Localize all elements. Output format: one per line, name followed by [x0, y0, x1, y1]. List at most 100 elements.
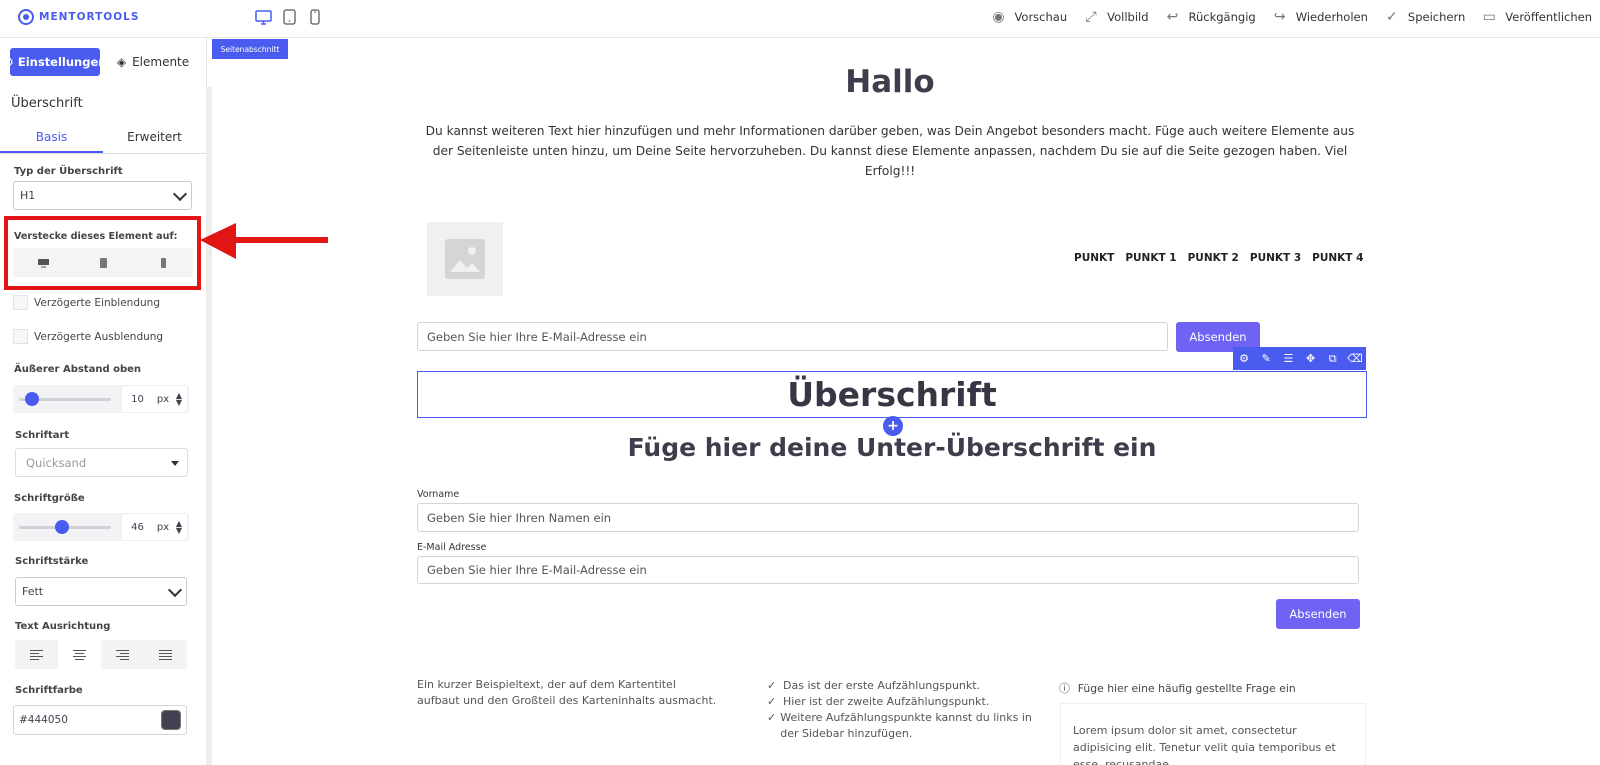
- color-swatch[interactable]: [161, 710, 181, 730]
- redo-button[interactable]: ↪ Wiederholen: [1272, 9, 1368, 25]
- check-icon: ✓: [767, 679, 777, 692]
- delayed-fade-in-row: Verzögerte Einblendung: [13, 295, 160, 310]
- check-icon: ✓: [767, 711, 777, 724]
- edit-icon[interactable]: ✎: [1258, 351, 1274, 367]
- list-item-text: Das ist der erste Aufzählungspunkt.: [783, 679, 981, 692]
- gear-icon: ⚙: [3, 55, 14, 69]
- list-item[interactable]: ✓ Hier ist der zweite Aufzählungspunkt.: [767, 694, 1042, 710]
- email-field-placeholder: Geben Sie hier Ihre E-Mail-Adresse ein: [427, 563, 647, 577]
- email-field[interactable]: Geben Sie hier Ihre E-Mail-Adresse ein: [417, 556, 1359, 584]
- hero-title[interactable]: Hallo: [810, 64, 970, 100]
- desktop-icon[interactable]: [254, 8, 272, 26]
- form-submit-button[interactable]: Absenden: [1276, 599, 1360, 629]
- margin-top-slider[interactable]: 10 px ▲ ▼: [13, 385, 189, 413]
- eye-icon: ◉: [992, 9, 1005, 25]
- faq-answer[interactable]: Lorem ipsum dolor sit amet, consectetur …: [1060, 703, 1366, 765]
- sidebar-subtabs: Basis Erweitert: [0, 123, 206, 154]
- list-item-text: Weitere Aufzählungspunkte kannst du link…: [780, 711, 1032, 740]
- redo-label: Wiederholen: [1295, 10, 1368, 24]
- list-item-text: Hier ist der zweite Aufzählungspunkt.: [783, 695, 990, 708]
- undo-button[interactable]: ↩ Rückgängig: [1165, 9, 1256, 25]
- margin-top-label: Äußerer Abstand oben: [14, 364, 142, 375]
- align-center-button[interactable]: [58, 640, 101, 669]
- layout-icon[interactable]: ☰: [1280, 351, 1296, 367]
- email-label: E-Mail Adresse: [417, 542, 487, 553]
- publish-button[interactable]: ▭ Veröffentlichen: [1481, 9, 1592, 25]
- faq-question-text: Füge hier eine häufig gestellte Frage ei…: [1077, 681, 1296, 695]
- selected-heading[interactable]: Überschrift: [417, 371, 1367, 418]
- image-placeholder[interactable]: [427, 222, 503, 296]
- slider-knob[interactable]: [24, 392, 39, 406]
- stepper-icon[interactable]: ▲ ▼: [173, 392, 185, 407]
- first-name-placeholder: Geben Sie hier Ihren Namen ein: [427, 510, 612, 525]
- preview-label: Vorschau: [1014, 10, 1068, 24]
- align-justify-button[interactable]: [144, 640, 187, 669]
- align-right-button[interactable]: [101, 640, 144, 669]
- nav-item[interactable]: PUNKT: [1074, 252, 1114, 264]
- chevron-down-icon: [172, 186, 188, 202]
- nav-item[interactable]: PUNKT 1: [1125, 252, 1176, 264]
- font-size-value: 46: [131, 521, 144, 533]
- trash-icon[interactable]: ⌫: [1347, 351, 1363, 367]
- font-color-label: Schriftfarbe: [15, 685, 83, 696]
- font-value: Quicksand: [26, 455, 87, 470]
- mobile-icon[interactable]: [306, 8, 324, 26]
- redo-icon: ↪: [1273, 9, 1286, 25]
- tab-basis[interactable]: Basis: [0, 123, 103, 153]
- font-color-value: #444050: [19, 714, 68, 726]
- fullscreen-button[interactable]: ⤢ Vollbild: [1083, 9, 1149, 25]
- newsletter-email-input[interactable]: Geben Sie hier Ihre E-Mail-Adresse ein: [417, 322, 1168, 351]
- save-button[interactable]: ✓ Speichern: [1384, 9, 1465, 25]
- slider-knob[interactable]: [55, 520, 70, 534]
- align-left-button[interactable]: [15, 640, 58, 669]
- align-left-icon: [30, 649, 43, 660]
- align-center-icon: [73, 649, 86, 660]
- elements-button[interactable]: ◈ Elemente: [110, 48, 196, 76]
- hero-text[interactable]: Du kannst weiteren Text hier hinzufügen …: [415, 121, 1365, 181]
- font-size-slider[interactable]: 46 px ▲ ▼: [13, 513, 189, 541]
- stepper-icon[interactable]: ▲ ▼: [173, 520, 185, 535]
- sidebar-scrollbar[interactable]: [206, 87, 212, 765]
- settings-button[interactable]: ⚙ Einstellungen: [4, 48, 106, 76]
- settings-label: Einstellungen: [17, 55, 107, 69]
- duplicate-icon[interactable]: ⧉: [1325, 351, 1341, 367]
- font-color-input[interactable]: #444050: [13, 705, 187, 735]
- tablet-icon[interactable]: [280, 8, 298, 26]
- font-select[interactable]: Quicksand: [15, 448, 188, 477]
- font-size-unit: px: [156, 521, 170, 533]
- section-label[interactable]: Seitenabschnitt: [212, 39, 288, 59]
- heading-type-select[interactable]: H1: [13, 181, 192, 210]
- tab-advanced[interactable]: Erweitert: [103, 123, 206, 153]
- first-name-field[interactable]: Geben Sie hier Ihren Namen ein: [417, 503, 1359, 532]
- element-toolbar: ⚙ ✎ ☰ ✥ ⧉ ⌫: [1233, 347, 1366, 370]
- publish-label: Veröffentlichen: [1505, 10, 1592, 24]
- margin-top-value: 10: [131, 393, 144, 405]
- delayed-fade-out-row: Verzögerte Ausblendung: [13, 329, 163, 344]
- first-name-label: Vorname: [417, 489, 460, 500]
- faq-question[interactable]: ⓘ Füge hier eine häufig gestellte Frage …: [1059, 680, 1296, 696]
- alignment-label: Text Ausrichtung: [15, 621, 111, 632]
- font-weight-label: Schriftstärke: [15, 556, 89, 567]
- undo-icon: ↩: [1166, 9, 1179, 25]
- preview-button[interactable]: ◉ Vorschau: [990, 9, 1067, 25]
- list-item[interactable]: ✓ Das ist der erste Aufzählungspunkt.: [767, 678, 1042, 694]
- subheading[interactable]: Füge hier deine Unter-Überschrift ein: [517, 433, 1267, 462]
- delayed-fade-in-checkbox[interactable]: [13, 295, 28, 310]
- font-size-input[interactable]: 46 px ▲ ▼: [121, 513, 188, 541]
- nav-item[interactable]: PUNKT 3: [1250, 252, 1301, 264]
- margin-top-input[interactable]: 10 px ▲ ▼: [121, 385, 188, 413]
- list-item[interactable]: ✓ Weitere Aufzählungspunkte kannst du lin…: [767, 710, 1042, 742]
- publish-icon: ▭: [1482, 9, 1496, 25]
- font-size-label: Schriftgröße: [14, 493, 85, 504]
- logo-icon: [18, 9, 34, 25]
- delayed-fade-in-label: Verzögerte Einblendung: [34, 296, 160, 309]
- delayed-fade-out-checkbox[interactable]: [13, 329, 28, 344]
- move-icon[interactable]: ✥: [1303, 351, 1319, 367]
- email-placeholder: Geben Sie hier Ihre E-Mail-Adresse ein: [427, 329, 647, 344]
- nav-item[interactable]: PUNKT 2: [1188, 252, 1239, 264]
- gear-icon[interactable]: ⚙: [1236, 351, 1252, 367]
- card-text[interactable]: Ein kurzer Beispieltext, der auf dem Kar…: [417, 677, 717, 709]
- font-weight-select[interactable]: Fett: [15, 577, 187, 606]
- chevron-down-icon: [167, 582, 183, 598]
- nav-item[interactable]: PUNKT 4: [1312, 252, 1363, 264]
